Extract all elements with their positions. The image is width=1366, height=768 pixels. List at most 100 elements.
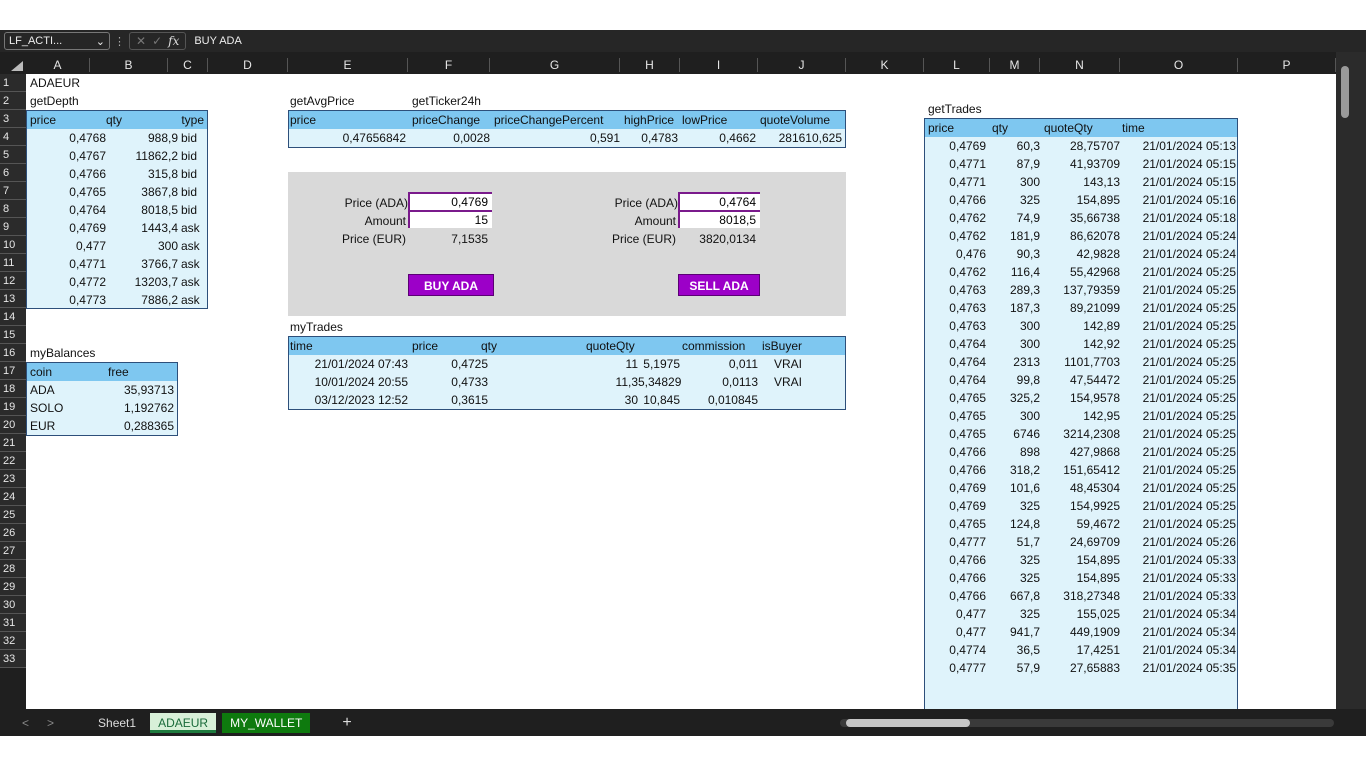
depth-qty[interactable]: 3867,8 xyxy=(106,183,178,201)
balances-header[interactable]: coin xyxy=(30,363,52,381)
trades-cell[interactable]: 35,66738 xyxy=(1040,209,1120,227)
column-header[interactable]: H xyxy=(620,58,680,72)
trades-cell[interactable]: 21/01/2024 05:33 xyxy=(1122,587,1236,605)
row-header[interactable]: 19 xyxy=(0,398,26,416)
mytrades-cell[interactable]: 10/01/2024 20:55 xyxy=(288,373,408,391)
add-sheet-icon[interactable]: + xyxy=(342,714,351,732)
trades-cell[interactable]: 21/01/2024 05:18 xyxy=(1122,209,1236,227)
trades-cell[interactable]: 99,8 xyxy=(986,371,1040,389)
trades-cell[interactable]: 142,95 xyxy=(1040,407,1120,425)
trades-cell[interactable]: 28,75707 xyxy=(1040,137,1120,155)
column-header[interactable]: O xyxy=(1120,58,1238,72)
trades-cell[interactable]: 86,62078 xyxy=(1040,227,1120,245)
column-header[interactable]: L xyxy=(924,58,990,72)
trades-cell[interactable]: 0,4766 xyxy=(924,191,986,209)
depth-type[interactable]: ask xyxy=(181,273,200,291)
balance-free[interactable]: 1,192762 xyxy=(86,399,174,417)
trades-cell[interactable]: 0,4762 xyxy=(924,263,986,281)
row-header[interactable]: 4 xyxy=(0,128,26,146)
mytrades-header[interactable]: price xyxy=(412,337,438,355)
trades-cell[interactable]: 325 xyxy=(986,191,1040,209)
mytrades-cell[interactable]: 0,3615 xyxy=(408,391,488,409)
sell-price-input[interactable]: 0,4764 xyxy=(678,192,760,210)
trades-cell[interactable]: 42,9828 xyxy=(1040,245,1120,263)
column-header[interactable]: C xyxy=(168,58,208,72)
trades-cell[interactable]: 0,4764 xyxy=(924,335,986,353)
avgprice-title[interactable]: getAvgPrice xyxy=(290,92,354,110)
trades-cell[interactable]: 151,65412 xyxy=(1040,461,1120,479)
mytrades-cell[interactable]: 21/01/2024 07:43 xyxy=(288,355,408,373)
trades-cell[interactable]: 0,4771 xyxy=(924,155,986,173)
depth-price[interactable]: 0,4771 xyxy=(26,255,106,273)
row-header[interactable]: 15 xyxy=(0,326,26,344)
mytrades-header[interactable]: time xyxy=(290,337,313,355)
balance-free[interactable]: 0,288365 xyxy=(86,417,174,435)
trades-cell[interactable]: 21/01/2024 05:25 xyxy=(1122,461,1236,479)
column-header[interactable]: M xyxy=(990,58,1040,72)
trades-cell[interactable]: 21/01/2024 05:25 xyxy=(1122,317,1236,335)
row-header[interactable]: 25 xyxy=(0,506,26,524)
trades-cell[interactable]: 3214,2308 xyxy=(1040,425,1120,443)
mytrades-header[interactable]: quoteQty xyxy=(586,337,635,355)
mytrades-cell[interactable]: 30 xyxy=(488,391,638,409)
trades-cell[interactable]: 0,477 xyxy=(924,623,986,641)
trades-cell[interactable]: 57,9 xyxy=(986,659,1040,677)
trades-cell[interactable]: 325,2 xyxy=(986,389,1040,407)
depth-type[interactable]: bid xyxy=(181,129,197,147)
row-header[interactable]: 3 xyxy=(0,110,26,128)
trades-cell[interactable]: 74,9 xyxy=(986,209,1040,227)
trades-cell[interactable]: 154,9578 xyxy=(1040,389,1120,407)
trades-cell[interactable]: 6746 xyxy=(986,425,1040,443)
trades-cell[interactable]: 21/01/2024 05:34 xyxy=(1122,641,1236,659)
cell-a1[interactable]: ADAEUR xyxy=(30,74,80,92)
depth-header[interactable]: type xyxy=(166,111,204,129)
trades-cell[interactable]: 51,7 xyxy=(986,533,1040,551)
trades-cell[interactable]: 27,65883 xyxy=(1040,659,1120,677)
mytrades-cell[interactable]: 0,011 xyxy=(682,355,758,373)
trades-cell[interactable]: 181,9 xyxy=(986,227,1040,245)
depth-price[interactable]: 0,477 xyxy=(26,237,106,255)
trades-cell[interactable]: 21/01/2024 05:25 xyxy=(1122,389,1236,407)
trades-cell[interactable]: 21/01/2024 05:25 xyxy=(1122,281,1236,299)
column-header[interactable]: F xyxy=(408,58,490,72)
row-header[interactable]: 13 xyxy=(0,290,26,308)
trades-cell[interactable]: 0,4765 xyxy=(924,425,986,443)
mytrades-cell[interactable]: 0,4725 xyxy=(408,355,488,373)
depth-price[interactable]: 0,4772 xyxy=(26,273,106,291)
mytrades-cell[interactable]: 5,1975 xyxy=(638,355,680,373)
trades-cell[interactable]: 41,93709 xyxy=(1040,155,1120,173)
column-header[interactable]: J xyxy=(758,58,846,72)
trades-cell[interactable]: 154,9925 xyxy=(1040,497,1120,515)
trades-cell[interactable]: 427,9868 xyxy=(1040,443,1120,461)
ticker-header[interactable]: quoteVolume xyxy=(760,111,830,129)
row-header[interactable]: 2 xyxy=(0,92,26,110)
trades-cell[interactable]: 21/01/2024 05:15 xyxy=(1122,173,1236,191)
trades-cell[interactable]: 21/01/2024 05:33 xyxy=(1122,551,1236,569)
trades-cell[interactable]: 142,89 xyxy=(1040,317,1120,335)
trades-cell[interactable]: 154,895 xyxy=(1040,569,1120,587)
depth-price[interactable]: 0,4766 xyxy=(26,165,106,183)
depth-qty[interactable]: 1443,4 xyxy=(106,219,178,237)
trades-cell[interactable]: 0,477 xyxy=(924,605,986,623)
mytrades-title[interactable]: myTrades xyxy=(290,318,343,336)
trades-cell[interactable]: 0,4762 xyxy=(924,227,986,245)
trades-cell[interactable]: 21/01/2024 05:15 xyxy=(1122,155,1236,173)
trades-cell[interactable]: 0,4777 xyxy=(924,659,986,677)
ticker-title[interactable]: getTicker24h xyxy=(412,92,481,110)
ticker-header[interactable]: highPrice xyxy=(624,111,674,129)
trades-cell[interactable]: 21/01/2024 05:24 xyxy=(1122,245,1236,263)
trades-cell[interactable]: 59,4672 xyxy=(1040,515,1120,533)
trades-cell[interactable]: 0,4766 xyxy=(924,587,986,605)
trades-cell[interactable]: 667,8 xyxy=(986,587,1040,605)
trades-cell[interactable]: 0,4766 xyxy=(924,569,986,587)
row-header[interactable]: 10 xyxy=(0,236,26,254)
trades-cell[interactable]: 21/01/2024 05:26 xyxy=(1122,533,1236,551)
balance-coin[interactable]: SOLO xyxy=(30,399,63,417)
trades-cell[interactable]: 0,4766 xyxy=(924,461,986,479)
depth-header[interactable]: price xyxy=(30,111,56,129)
trades-cell[interactable]: 21/01/2024 05:25 xyxy=(1122,371,1236,389)
trades-cell[interactable]: 0,4764 xyxy=(924,353,986,371)
row-header[interactable]: 18 xyxy=(0,380,26,398)
ticker-header[interactable]: priceChange xyxy=(412,111,480,129)
trades-cell[interactable]: 300 xyxy=(986,173,1040,191)
